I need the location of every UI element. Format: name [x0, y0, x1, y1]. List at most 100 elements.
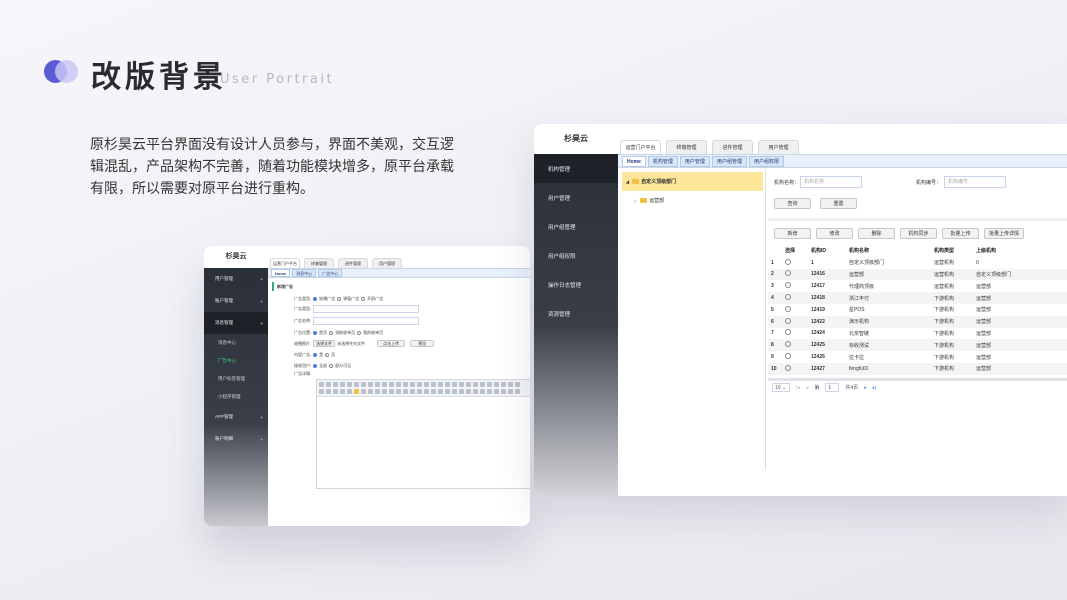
- table-row[interactable]: 10 12427 fengfu01 下游机构 运营部: [768, 362, 1067, 375]
- sidebar-item-users[interactable]: 用户管理: [534, 183, 618, 212]
- row-radio[interactable]: [785, 294, 791, 301]
- table-row[interactable]: 9 12426 拉卡拉 下游机构 运营部: [768, 351, 1067, 363]
- row-radio[interactable]: [785, 317, 791, 324]
- last-page-icon[interactable]: ▸|: [873, 385, 877, 391]
- row-radio[interactable]: [785, 282, 791, 289]
- radio-button[interactable]: [313, 352, 318, 357]
- cell-parent-org: 运营部: [973, 339, 1067, 352]
- cell-parent-org: 0: [976, 259, 979, 266]
- rich-text-editor[interactable]: [316, 379, 530, 489]
- tab-group-permissions[interactable]: 用户组权限: [748, 155, 784, 167]
- preview-button[interactable]: 预览: [410, 340, 435, 347]
- org-code-input[interactable]: 机构编号: [944, 176, 1006, 188]
- org-management-screenshot: 杉昊云 运营门户平台 终端管理 进件管理 用户管理 机构管理 用户管理 用户组管…: [534, 124, 1067, 496]
- table-row[interactable]: 2 12416 运营部 运营机构 自定义顶级部门: [768, 268, 1067, 281]
- sidebar-item-users[interactable]: 用户管理 +: [204, 268, 268, 290]
- reset-button[interactable]: 重置: [820, 198, 857, 209]
- radio-button[interactable]: [313, 363, 318, 368]
- ad-category-input[interactable]: [313, 305, 420, 313]
- row-radio[interactable]: [785, 364, 791, 371]
- tab-message-center[interactable]: 消息中心: [292, 269, 317, 277]
- tab-portal[interactable]: 运营门户平台: [620, 140, 661, 154]
- radio-button[interactable]: [361, 296, 366, 301]
- tab-home[interactable]: Home: [622, 155, 646, 167]
- cell-org-id: 12416: [808, 268, 846, 281]
- table-row[interactable]: 8 12425 标收测试 下游机构 运营部: [768, 339, 1067, 352]
- sidebar-item-account-detail[interactable]: 账户明细 +: [204, 428, 268, 450]
- sidebar-item-user-tags[interactable]: 用户标签管理: [204, 370, 268, 388]
- checkbox[interactable]: [357, 330, 362, 335]
- tab-terminal[interactable]: 终端管理: [304, 258, 334, 268]
- folder-icon: [632, 179, 640, 184]
- table-row[interactable]: 7 12424 北京智链 下游机构 运营部: [768, 328, 1067, 340]
- org-name-input[interactable]: 机构名称: [800, 176, 862, 188]
- sidebar-item-accounts[interactable]: 账户管理 +: [204, 290, 268, 312]
- sidebar-item-user-groups[interactable]: 用户组管理: [534, 212, 618, 241]
- cell-org-type: 运营机构: [934, 283, 955, 290]
- tab-terminal[interactable]: 终端管理: [666, 140, 707, 154]
- tab-users[interactable]: 用户管理: [758, 140, 799, 154]
- edit-button[interactable]: 修改: [816, 228, 853, 239]
- page-size-select[interactable]: 10 ⌄: [772, 383, 790, 393]
- page-number-input[interactable]: 1: [825, 383, 840, 393]
- first-page-icon[interactable]: |◂: [796, 385, 800, 391]
- tree-node-child[interactable]: ▷ 运营部: [620, 191, 765, 209]
- batch-upload-detail-button[interactable]: 批量上传详情: [984, 228, 1024, 239]
- tab-user-groups[interactable]: 用户组管理: [711, 155, 747, 167]
- row-radio[interactable]: [785, 305, 791, 312]
- tree-node-root[interactable]: ◢ 自定义顶级部门: [622, 172, 763, 191]
- tab-onboarding[interactable]: 进件管理: [712, 140, 753, 154]
- table-row[interactable]: 1 1 自定义顶级部门 运营机构 0: [768, 257, 1067, 269]
- sync-button[interactable]: 机构同步: [900, 228, 937, 239]
- radio-button[interactable]: [325, 352, 330, 357]
- checkbox[interactable]: [313, 330, 318, 335]
- upload-button[interactable]: 点击上传: [377, 340, 406, 347]
- tab-users[interactable]: 用户管理: [679, 155, 710, 167]
- choose-file-button[interactable]: 选择文件: [313, 340, 336, 347]
- radio-button[interactable]: [313, 296, 318, 301]
- table-row[interactable]: 4 12418 浙江丰付 下游机构 运营部: [768, 292, 1067, 304]
- row-radio[interactable]: [785, 258, 791, 265]
- tab-portal[interactable]: 运营门户平台: [270, 258, 300, 268]
- brand-logo: [44, 59, 82, 83]
- checkbox[interactable]: [329, 330, 334, 335]
- tab-home[interactable]: Home: [271, 269, 291, 277]
- tab-org[interactable]: 机构管理: [647, 155, 678, 167]
- row-radio[interactable]: [785, 329, 791, 336]
- prev-page-icon[interactable]: ◂: [806, 385, 809, 391]
- tree-node-label: 自定义顶级部门: [641, 179, 677, 185]
- cell-select: [782, 315, 808, 328]
- sidebar-item-resources[interactable]: 资源管理: [534, 299, 618, 328]
- table-row[interactable]: 3 12417 代理商顶级 运营机构 运营部: [768, 280, 1067, 292]
- sidebar-item-ad-center[interactable]: 广告中心: [204, 352, 268, 370]
- row-radio[interactable]: [785, 353, 791, 360]
- sidebar-item-mini-program[interactable]: 小程序管理: [204, 388, 268, 406]
- next-page-icon[interactable]: ▸: [864, 385, 867, 391]
- radio-button[interactable]: [337, 296, 342, 301]
- tab-ad-center[interactable]: 广告中心: [318, 269, 343, 277]
- radio-button[interactable]: [329, 363, 334, 368]
- cell-org-type: 下游机构: [931, 362, 973, 375]
- table-row[interactable]: 5 12419 星POS 下游机构 运营部: [768, 304, 1067, 316]
- cell-parent-org: 运营部: [973, 362, 1067, 375]
- delete-button[interactable]: 删除: [858, 228, 895, 239]
- option-label: 轮播广告: [319, 295, 336, 301]
- horizontal-scrollbar[interactable]: [768, 377, 1067, 381]
- add-button[interactable]: 新增: [774, 228, 811, 239]
- collapse-icon: ×: [260, 320, 263, 326]
- batch-upload-button[interactable]: 批量上传: [942, 228, 979, 239]
- sidebar-item-org[interactable]: 机构管理: [534, 154, 618, 183]
- ad-name-input[interactable]: [313, 317, 420, 325]
- tab-onboarding[interactable]: 进件管理: [338, 258, 368, 268]
- table-row[interactable]: 6 12422 演示机构 下游机构 运营部: [768, 315, 1067, 328]
- sidebar-item-app[interactable]: APP管理 +: [204, 406, 268, 428]
- row-radio[interactable]: [785, 270, 791, 277]
- sidebar-item-operation-logs[interactable]: 操作日志管理: [534, 270, 618, 299]
- tab-users[interactable]: 用户管理: [372, 258, 402, 268]
- sidebar-item-message-center[interactable]: 消息中心: [204, 334, 268, 352]
- query-button[interactable]: 查询: [774, 198, 811, 209]
- sidebar-item-group-permissions[interactable]: 用户组权限: [534, 241, 618, 270]
- top-tabs: 运营门户平台 终端管理 进件管理 用户管理: [270, 258, 402, 268]
- row-radio[interactable]: [785, 341, 791, 348]
- sidebar-item-messages[interactable]: 消息管理 ×: [204, 312, 268, 334]
